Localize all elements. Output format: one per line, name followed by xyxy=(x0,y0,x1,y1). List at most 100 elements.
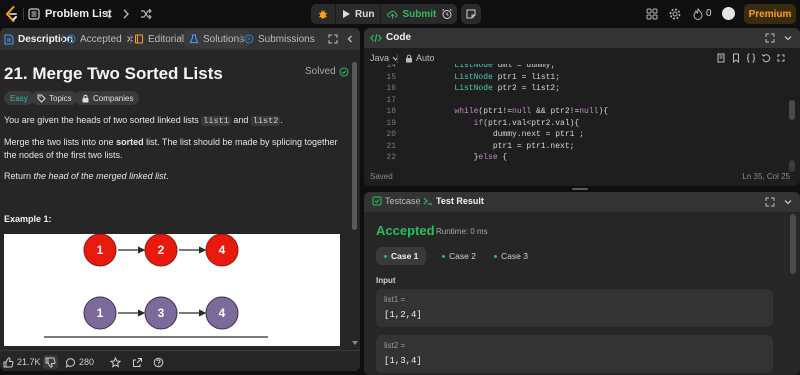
code-scrollbar[interactable] xyxy=(789,100,795,120)
debug-button[interactable] xyxy=(311,4,335,24)
note-icon xyxy=(466,9,476,19)
chevron-left-icon[interactable] xyxy=(101,7,115,21)
expand-icon[interactable] xyxy=(776,53,786,63)
case-label: Case 2 xyxy=(449,251,476,261)
play-icon xyxy=(343,10,350,18)
description-paragraph-3: Return the head of the merged linked lis… xyxy=(4,170,344,183)
tab-description-label: Description xyxy=(18,33,74,45)
chevron-down-icon[interactable] xyxy=(782,32,794,44)
line-number: 16 xyxy=(386,84,396,93)
code-editor[interactable]: 14 ListNode dml = dummy; 15 ListNode ptr1… xyxy=(364,64,800,168)
bookmark-icon[interactable] xyxy=(731,53,741,63)
line-number: 18 xyxy=(386,107,396,116)
language-select[interactable]: Java xyxy=(370,53,399,63)
list1-row: 1 2 4 xyxy=(83,234,239,267)
description-paragraph-2: Merge the two lists into one sorted list… xyxy=(4,136,344,162)
save-status: Saved xyxy=(370,172,393,181)
text: You are given the heads of two sorted li… xyxy=(4,115,202,125)
fire-icon[interactable] xyxy=(691,7,705,21)
thumbs-up-icon xyxy=(3,356,14,368)
code-line[interactable]: 16 ListNode ptr2 = list2; xyxy=(364,83,800,95)
star-icon xyxy=(110,356,121,368)
scrollbar[interactable] xyxy=(352,62,357,230)
tab-accepted[interactable]: Accepted xyxy=(66,28,134,50)
share-button[interactable] xyxy=(132,356,143,368)
shuffle-icon[interactable] xyxy=(139,7,153,21)
input-label: Input xyxy=(376,276,396,285)
cloud-upload-icon xyxy=(387,10,398,18)
panel-resize-handle[interactable] xyxy=(572,188,588,190)
variable-value: [1,2,4] xyxy=(384,310,422,320)
like-count: 21.7K xyxy=(17,357,41,367)
thumbs-down-icon xyxy=(45,356,56,368)
maximize-icon[interactable] xyxy=(764,32,776,44)
timer-button[interactable] xyxy=(437,4,457,24)
tab-submissions-label: Submissions xyxy=(258,33,315,45)
case-tab[interactable]: Case 2 xyxy=(434,247,484,265)
pass-dot xyxy=(494,254,497,258)
code-line[interactable]: 21 ptr1 = ptr1.next; xyxy=(364,141,800,153)
braces-icon[interactable] xyxy=(746,53,756,63)
code-title: Code xyxy=(370,32,411,43)
code-line[interactable]: 15 ListNode ptr1 = list1; xyxy=(364,72,800,84)
variable-name: list2 = xyxy=(384,341,406,350)
chevron-down-icon[interactable] xyxy=(782,196,794,208)
action-bar: 21.7K 280 xyxy=(0,350,360,371)
pass-dot xyxy=(442,254,445,258)
difficulty-badge[interactable]: Easy xyxy=(4,91,34,105)
checkbox-icon xyxy=(372,196,382,206)
favorite-button[interactable] xyxy=(110,356,121,368)
help-button[interactable] xyxy=(153,356,164,368)
reset-icon[interactable] xyxy=(761,53,771,63)
node-value: 4 xyxy=(219,243,226,257)
auto-mode-toggle[interactable]: Auto xyxy=(405,53,435,63)
tab-test-result[interactable]: Test Result xyxy=(423,196,484,206)
tab-divider xyxy=(417,197,418,207)
tab-divider xyxy=(240,34,241,44)
notes-button[interactable] xyxy=(461,4,481,24)
line-text: if(ptr1.val<ptr2.val){ xyxy=(473,118,580,128)
problem-list-icon[interactable] xyxy=(28,8,40,20)
comments-button[interactable]: 280 xyxy=(65,356,94,368)
scroll-down-icon[interactable] xyxy=(351,340,359,346)
maximize-icon[interactable] xyxy=(764,196,776,208)
submit-label: Submit xyxy=(402,8,437,20)
description-panel: Description Accepted Editorial Solutions xyxy=(0,28,360,371)
leetcode-logo-icon[interactable] xyxy=(4,6,20,22)
test-scrollbar[interactable] xyxy=(790,214,796,274)
text: . xyxy=(280,115,283,125)
chevron-right-icon[interactable] xyxy=(119,7,133,21)
case-tab[interactable]: Case 1 xyxy=(376,247,427,265)
code-line[interactable]: 20 dummy.next = ptr1 ; xyxy=(364,129,800,141)
tab-submissions[interactable]: Submissions xyxy=(244,28,315,50)
maximize-icon[interactable] xyxy=(327,33,339,45)
gear-icon[interactable] xyxy=(668,7,682,21)
run-button[interactable]: Run xyxy=(335,4,380,24)
code-line[interactable]: 19 if(ptr1.val<ptr2.val){ xyxy=(364,118,800,130)
tab-testcase[interactable]: Testcase xyxy=(372,196,421,206)
code-line[interactable]: 18 while(ptr1!=null && ptr2!=null){ xyxy=(364,106,800,118)
companies-chip[interactable]: Companies xyxy=(75,91,140,105)
submit-button[interactable]: Submit xyxy=(380,4,442,24)
line-text: while(ptr1!=null && ptr2!=null){ xyxy=(454,107,609,116)
example-diagram: 1 2 4 1 3 4 xyxy=(4,234,340,346)
notes-icon[interactable] xyxy=(716,53,726,63)
node-value: 1 xyxy=(97,306,104,320)
case-tab[interactable]: Case 3 xyxy=(486,247,536,265)
code-line[interactable]: 17 xyxy=(364,95,800,107)
topics-label: Topics xyxy=(49,93,72,103)
bug-icon xyxy=(318,10,328,19)
avatar[interactable] xyxy=(722,7,735,20)
code-line[interactable]: 22 }else { xyxy=(364,152,800,164)
premium-button[interactable]: Premium xyxy=(744,4,796,24)
collapse-left-icon[interactable] xyxy=(344,33,356,45)
dislike-button[interactable] xyxy=(43,355,58,369)
topics-chip[interactable]: Topics xyxy=(31,91,78,105)
line-text: dummy.next = ptr1 ; xyxy=(416,130,585,139)
text: Return xyxy=(4,171,34,181)
input-variable: list2 = [1,3,4] xyxy=(376,335,773,373)
tab-editorial[interactable]: Editorial xyxy=(134,28,184,50)
like-button[interactable]: 21.7K xyxy=(3,356,41,368)
grid-layout-icon[interactable] xyxy=(645,7,659,21)
code-scrollbar-track[interactable] xyxy=(789,160,795,172)
